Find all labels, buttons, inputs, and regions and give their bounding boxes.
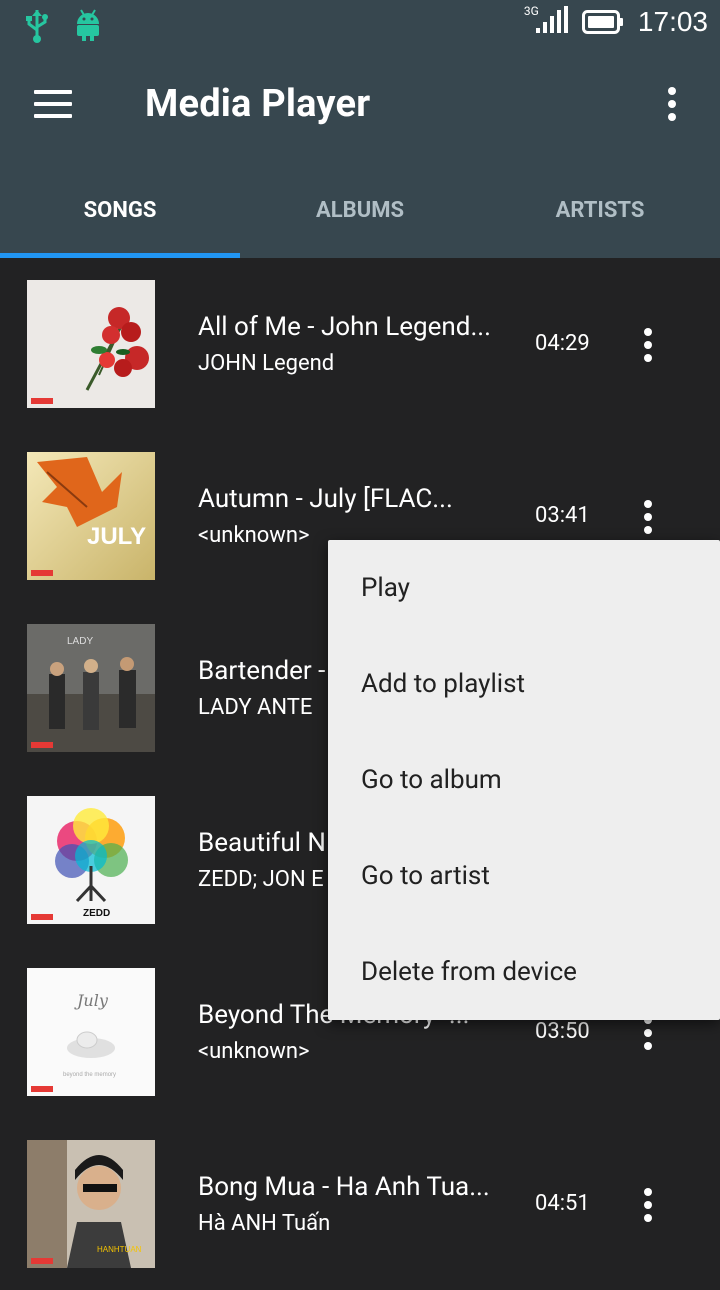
song-artist: <unknown> [198, 1039, 310, 1064]
clock: 17:03 [637, 6, 708, 37]
album-art: HANHTUAN [27, 1140, 155, 1268]
page-title: Media Player [145, 82, 371, 126]
song-artist: JOHN Legend [198, 351, 335, 376]
svg-text:July: July [74, 991, 109, 1010]
menu-item-delete-from-device[interactable]: Delete from device [328, 924, 720, 1020]
tab-songs[interactable]: SONGS [0, 164, 240, 258]
battery-icon [581, 10, 623, 34]
network-type: 3G [523, 4, 539, 18]
more-vert-icon[interactable] [636, 500, 660, 540]
song-row[interactable]: All of Me - John Legend... JOHN Legend 0… [0, 258, 720, 430]
song-duration: 03:50 [535, 1019, 590, 1044]
more-vert-icon[interactable] [636, 1188, 660, 1228]
song-duration: 04:29 [535, 331, 590, 356]
tab-bar: SONGS ALBUMS ARTISTS [0, 164, 720, 258]
svg-text:ZEDD: ZEDD [83, 908, 110, 919]
song-title: All of Me - John Legend... [198, 312, 492, 342]
menu-item-play[interactable]: Play [328, 540, 720, 636]
overflow-menu-icon[interactable] [660, 87, 684, 127]
app-bar: Media Player [0, 52, 720, 164]
usb-icon [26, 10, 48, 43]
android-icon [77, 9, 99, 41]
song-title: Autumn - July [FLAC... [198, 484, 453, 514]
more-vert-icon[interactable] [636, 328, 660, 368]
album-art: LADY [27, 624, 155, 752]
album-art [27, 280, 155, 408]
tab-albums[interactable]: ALBUMS [240, 164, 480, 258]
album-art: July beyond the memory [27, 968, 155, 1096]
signal-icon [535, 6, 568, 33]
svg-text:beyond the memory: beyond the memory [63, 1072, 116, 1078]
status-bar: 3G 17:03 [0, 0, 720, 52]
svg-text:JULY: JULY [87, 523, 146, 550]
menu-item-go-to-album[interactable]: Go to album [328, 732, 720, 828]
svg-text:LADY: LADY [67, 636, 93, 647]
menu-item-add-to-playlist[interactable]: Add to playlist [328, 636, 720, 732]
song-title: Bong Mua - Ha Anh Tua... [198, 1172, 490, 1202]
song-row[interactable]: HANHTUAN Bong Mua - Ha Anh Tua... Hà ANH… [0, 1118, 720, 1290]
context-menu: Play Add to playlist Go to album Go to a… [328, 540, 720, 1020]
svg-text:HANHTUAN: HANHTUAN [97, 1245, 142, 1254]
song-duration: 03:41 [535, 503, 590, 528]
album-art: JULY [27, 452, 155, 580]
song-artist: Hà ANH Tuấn [198, 1211, 331, 1236]
menu-item-go-to-artist[interactable]: Go to artist [328, 828, 720, 924]
hamburger-menu-icon[interactable] [34, 90, 78, 126]
song-duration: 04:51 [535, 1191, 590, 1216]
tab-artists[interactable]: ARTISTS [480, 164, 720, 258]
album-art: ZEDD [27, 796, 155, 924]
more-vert-icon[interactable] [636, 1016, 660, 1056]
